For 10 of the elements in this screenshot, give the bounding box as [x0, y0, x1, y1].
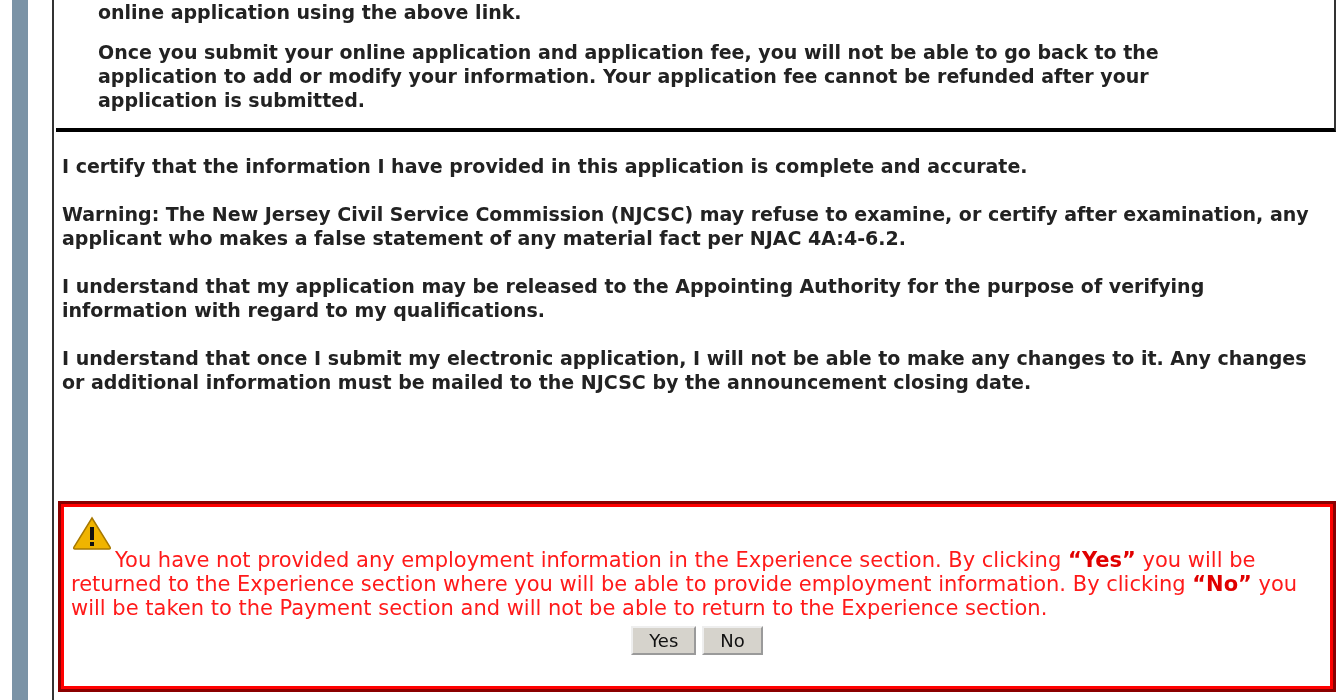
- certification-text: I understand that once I submit my electronic application, I will not be able to make any changes to it. Any changes or additional information must be mailed to the NJCSC by the announcement closing date.: [62, 346, 1308, 394]
- notice-text: Once you submit your online application and application fee, you will not be able to go back to the application to add or modify your information. Your application fee cannot be refunded after your application is submitted.: [98, 40, 1160, 112]
- no-button[interactable]: No: [702, 626, 763, 655]
- certification-text: Warning: The New Jersey Civil Service Commission (NJCSC) may refuse to examine, or certify after examination, any applicant who makes a false statement of any material fact per NJAC 4A:4-6.2.: [62, 202, 1310, 250]
- notice-text: online application using the above link.: [98, 0, 523, 24]
- certification-text: I certify that the information I have provided in this application is complete and accurate.: [62, 154, 1029, 178]
- certification-text: I understand that my application may be released to the Appointing Authority for the purpose of verifying information with regard to my qualifications.: [62, 274, 1206, 322]
- warning-icon: [71, 516, 113, 550]
- yes-button[interactable]: Yes: [631, 626, 697, 655]
- alert-message: You have not provided any employment information in the Experience section. By clicking “Yes” you will be returned to the Experience section where you will be able to provide employment information. By clicking “No” you will be taken to the Payment section and will not be able to return to the Experience section.: [71, 548, 1299, 620]
